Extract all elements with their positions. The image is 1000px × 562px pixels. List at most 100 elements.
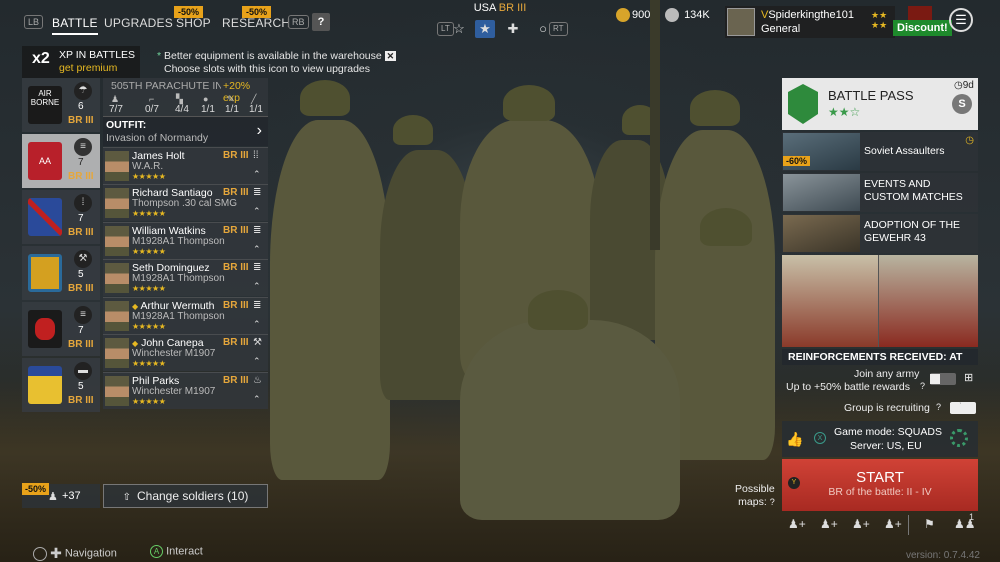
squad-br: BR III [68,339,94,350]
tab-research[interactable]: RESEARCH [222,16,290,30]
tab-shop[interactable]: SHOP [176,16,211,30]
flag-icon[interactable]: ⚑ [924,517,935,531]
left-stick-icon [33,546,47,561]
tank-icon: ▬ [74,362,92,380]
82nd-airborne-emblem-icon: AA [28,142,62,180]
soldier-stars: ★★★★★ [132,209,166,218]
battle-pass-title: BATTLE PASS [828,88,914,103]
change-soldiers-button[interactable]: ⇧ Change soldiers (10) [103,484,268,508]
army-label: USA BR III [473,2,527,14]
game-mode-panel[interactable]: 👍 X Game mode: SQUADS Server: US, EU [782,421,978,457]
event-card[interactable]: ADOPTION OF THE GEWEHR 43 [782,214,978,253]
weapon-stat: 0/7 [145,104,159,115]
dpad-icon: ✚ [50,545,62,561]
equipment-stat: 4/4 [175,104,189,115]
recruit-soldiers-button[interactable]: -50% ♟ +37 [22,483,100,508]
soldier-row[interactable]: Seth Dominguez M1928A1 Thompson ★★★★★ BR… [103,259,268,296]
ammo-icon: ⁞ [74,194,92,212]
player-profile[interactable]: VSpiderkingthe101 General ★★ ★★ [725,6,895,38]
soldier-row[interactable]: Richard Santiago Thompson .30 cal SMG ★★… [103,184,268,221]
usa-star-icon[interactable]: ★ [475,20,495,38]
rank-up-icon: ⌃ [253,243,261,254]
get-premium-link[interactable]: get premium [59,62,117,74]
soldier-br: BR III [223,374,249,386]
gold-balance[interactable]: 900 [616,8,650,22]
avatar [727,8,755,36]
soldier-stat: 7/7 [109,104,123,115]
silver-balance[interactable]: 134K [665,8,710,22]
invite-friend-icon[interactable]: ♟+ [820,517,838,531]
squad-card[interactable]: ⁞ 7 BR III [22,190,100,244]
squad-card[interactable]: AIR BORNE ☂ 6 BR III [22,78,100,132]
cross-icon[interactable]: ✚ [503,20,523,38]
add-soldiers-icon: ♟ [48,491,58,503]
squad-card[interactable]: ▬ 5 BR III [22,358,100,412]
soldier-portrait [105,338,129,368]
rank-stars-icon: ★★ ★★ [871,10,888,30]
tab-battle[interactable]: BATTLE [52,16,98,35]
battle-pass-card[interactable]: BATTLE PASS ★★☆ ◷9d S [782,78,978,130]
rank-up-icon: ⌃ [253,168,261,179]
interact-hint: A Interact [150,545,203,558]
help-button[interactable]: ? [312,13,330,31]
event-card[interactable]: EVENTS AND CUSTOM MATCHES [782,173,978,212]
soldier-stars: ★★★★★ [132,321,166,331]
list-icon: ≡ [74,306,92,324]
squad-card[interactable]: ⚒ 5 BR III [22,246,100,300]
list-icon: ≡ [74,138,92,156]
start-button[interactable]: Y START BR of the battle: II - IV [782,459,978,511]
squad-br: BR III [68,171,94,182]
squad-count: 5 [78,381,84,392]
join-any-army-toggle[interactable] [930,373,956,385]
invite-friend-icon[interactable]: ♟+ [852,517,870,531]
rank-up-icon: ⌃ [253,393,261,404]
shield-emblem-icon [28,254,62,292]
soldier-row[interactable]: William Watkins M1928A1 Thompson ★★★★★ B… [103,221,268,259]
soldier-weapon: W.A.R. [132,160,164,172]
battle-pass-icon [788,84,818,124]
discount-badge[interactable]: Discount! [893,20,952,36]
rb-button-hint: RB [288,15,309,29]
soldier-row[interactable]: Phil Parks Winchester M1907 ★★★★★ BR III… [103,371,268,409]
soldier-row[interactable]: James Holt W.A.R. ★★★★★ BR III ⁞⁞ ⌃ [103,146,268,184]
menu-button[interactable]: ☰ [949,8,973,32]
star-outline-icon[interactable]: ☆ [449,20,469,38]
join-any-army: Join any army Up to +50% battle rewards … [786,368,974,393]
clock-icon: ◷ [954,80,963,91]
group-recruiting-toggle[interactable]: ✓ [950,401,976,414]
outfit-selector[interactable]: OUTFIT: Invasion of Normandy › [103,116,268,146]
squad-count: 7 [78,213,84,224]
reinforcements-banner[interactable] [782,255,978,347]
rank-up-icon: ⌃ [253,356,261,366]
squad-br: BR III [68,395,94,406]
tab-upgrades[interactable]: UPGRADES [104,16,173,30]
soldier-stars: ★★★★★ [132,359,166,368]
lb-button-hint: LB [24,15,44,29]
grenade-stat: 1/1 [201,104,215,115]
squad-card-selected[interactable]: AA ≡ 7 BR III [22,134,100,188]
battle-pass-timer: ◷9d [954,80,974,91]
soldier-row[interactable]: ◆ John Canepa Winchester M1907 ★★★★★ BR … [103,334,268,371]
close-icon[interactable]: ✕ [384,51,397,61]
gold-coin-icon [616,8,630,22]
event-card[interactable]: -60% Soviet Assaulters ◷ [782,132,978,171]
invite-friend-icon[interactable]: ♟+ [884,517,902,531]
airborne-emblem-icon: AIR BORNE [28,86,62,124]
reinforcements-label: REINFORCEMENTS RECEIVED: AT [782,349,978,365]
soldier-stars: ★★★★★ [132,396,166,406]
soldier-row[interactable]: ◆ Arthur Wermuth M1928A1 Thompson ★★★★★ … [103,296,268,334]
squad-count: 6 [78,101,84,112]
soldier-portrait [105,225,129,256]
soldier-weapon: M1928A1 Thompson [132,310,225,322]
grenade-icon: ● [203,94,209,104]
soldier-weapon: Winchester M1907 [132,385,216,397]
invite-friend-icon[interactable]: ♟+ [788,517,806,531]
xp-bonus-box[interactable]: x2 XP IN BATTLES get premium [22,46,140,78]
squad-card[interactable]: ≡ 7 BR III [22,302,100,356]
possible-maps[interactable]: Possible maps: ? [735,483,775,509]
soldier-br: BR III [223,337,249,348]
info-icon: ? [769,497,775,507]
bullet-icon: * [157,50,162,62]
player-name: VSpiderkingthe101 [761,9,854,21]
soldier-portrait [105,375,129,406]
